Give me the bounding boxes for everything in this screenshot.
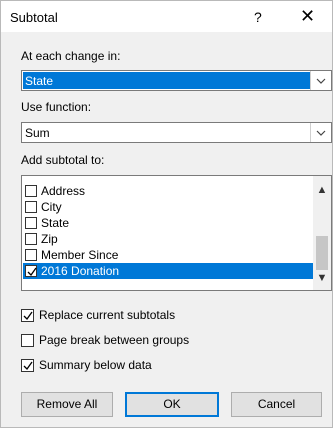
checkbox[interactable] — [21, 334, 34, 347]
list-scrollbar[interactable]: ▲ ▼ — [313, 176, 331, 290]
checkbox-checked[interactable] — [21, 309, 34, 322]
ok-button[interactable]: OK — [125, 392, 219, 417]
use-function-select[interactable]: Sum — [21, 122, 332, 143]
checkmark-icon — [23, 361, 33, 371]
title-bar: Subtotal ? ✕ — [1, 1, 332, 32]
list-item[interactable]: State — [23, 215, 313, 231]
scroll-down-icon[interactable]: ▼ — [313, 272, 331, 288]
page-break-label: Page break between groups — [39, 333, 190, 347]
checkbox-checked[interactable] — [25, 265, 37, 277]
checkbox-checked[interactable] — [21, 359, 34, 372]
list-item[interactable]: Member Since — [23, 247, 313, 263]
summary-below-label: Summary below data — [39, 358, 152, 372]
replace-subtotals-label: Replace current subtotals — [39, 308, 176, 322]
checkbox[interactable] — [25, 249, 37, 261]
use-function-label: Use function: — [21, 100, 92, 114]
chevron-down-icon[interactable] — [310, 123, 331, 142]
checkbox[interactable] — [25, 217, 37, 229]
change-in-value: State — [23, 72, 310, 89]
add-subtotal-list[interactable]: Address City State Zip Member Since 2016… — [21, 175, 332, 291]
dialog-title: Subtotal — [10, 10, 58, 25]
subtotal-dialog: Subtotal ? ✕ At each change in: State Us… — [0, 0, 333, 428]
checkmark-icon — [23, 311, 33, 321]
add-subtotal-label: Add subtotal to: — [21, 153, 105, 167]
scroll-thumb[interactable] — [316, 236, 328, 270]
close-button[interactable]: ✕ — [300, 7, 315, 25]
checkbox[interactable] — [25, 233, 37, 245]
checkbox[interactable] — [25, 185, 37, 197]
scroll-up-icon[interactable]: ▲ — [313, 184, 331, 200]
cancel-button[interactable]: Cancel — [231, 392, 322, 417]
chevron-down-icon[interactable] — [310, 71, 331, 90]
change-in-select[interactable]: State — [21, 70, 332, 91]
list-item[interactable]: Address — [23, 183, 313, 199]
change-in-label: At each change in: — [21, 49, 121, 63]
close-icon: ✕ — [300, 6, 316, 26]
checkmark-icon — [27, 267, 37, 277]
list-item-selected[interactable]: 2016 Donation — [23, 263, 313, 279]
list-item[interactable]: Zip — [23, 231, 313, 247]
use-function-value: Sum — [25, 126, 50, 140]
remove-all-button[interactable]: Remove All — [21, 392, 113, 417]
list-item[interactable]: City — [23, 199, 313, 215]
checkbox[interactable] — [25, 201, 37, 213]
help-button[interactable]: ? — [254, 9, 262, 25]
